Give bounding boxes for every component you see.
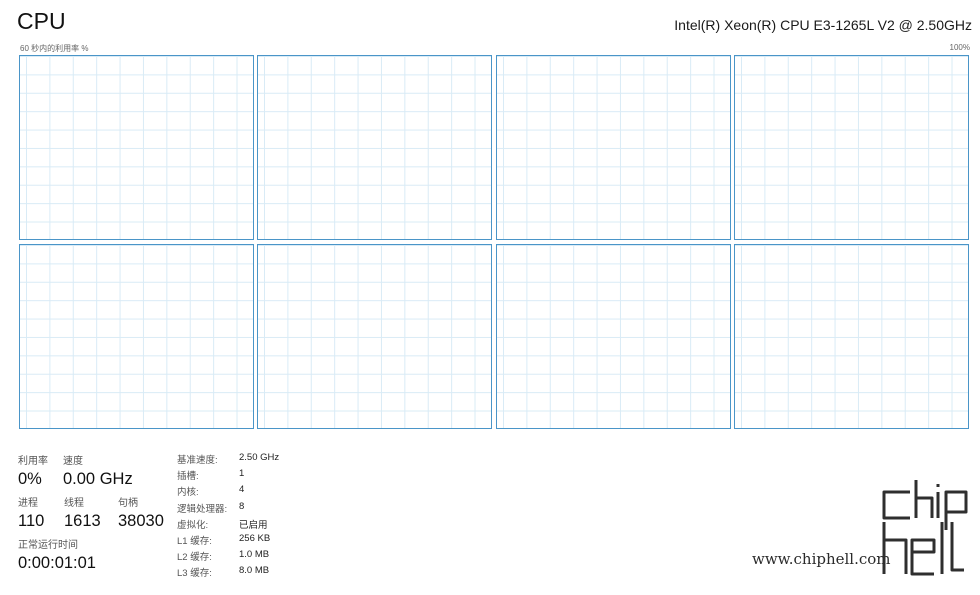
cpu-model: Intel(R) Xeon(R) CPU E3-1265L V2 @ 2.50G… [674, 17, 972, 33]
stat-threads: 线程 1613 [64, 494, 101, 531]
spec-value: 1 [239, 468, 245, 480]
spec-value: 8 [239, 500, 245, 512]
watermark-url: www.chiphell.com [752, 550, 891, 568]
graph-max-label: 100% [949, 43, 970, 52]
core-graph-6[interactable] [257, 244, 493, 429]
core-graph-7[interactable] [495, 244, 731, 429]
spec-value: 8.0 MB [239, 565, 270, 577]
stat-processes: 进程 110 [18, 494, 44, 531]
stat-speed-value: 0.00 GHz [63, 470, 133, 488]
spec-value: 4 [239, 484, 245, 496]
stat-processes-value: 110 [18, 512, 45, 530]
stat-uptime: 正常运行时间 0:00:01:01 [18, 536, 96, 573]
core-graph-3[interactable] [495, 55, 731, 240]
spec-key: 逻辑处理器: [177, 503, 228, 515]
spec-key: 内核: [177, 487, 199, 499]
stat-handles-label: 句柄 [118, 498, 138, 509]
stat-handles-value: 38030 [118, 512, 164, 530]
stat-threads-label: 线程 [64, 498, 84, 509]
page-title: CPU [17, 8, 66, 34]
spec-key: 基准速度: [177, 455, 218, 466]
stat-speed: 速度 0.00 GHz [63, 452, 133, 489]
spec-key: L1 缓存: [177, 535, 212, 547]
stat-utilization-label: 利用率 [18, 456, 48, 467]
spec-row: L1 缓存: 256 KB [177, 533, 279, 549]
spec-row: 内核: 4 [177, 484, 279, 500]
spec-row: 插槽: 1 [177, 468, 279, 484]
stat-utilization: 利用率 0% [18, 452, 48, 489]
stat-uptime-label: 正常运行时间 [18, 540, 78, 551]
stat-speed-label: 速度 [63, 456, 83, 467]
spec-row: 逻辑处理器: 8 [177, 501, 279, 517]
spec-row: L2 缓存: 1.0 MB [177, 549, 279, 565]
core-graph-8[interactable] [733, 244, 969, 429]
graph-caption: 60 秒内的利用率 % [20, 44, 89, 53]
stat-handles: 句柄 38030 [118, 494, 164, 531]
spec-value: 2.50 GHz [239, 452, 280, 463]
spec-key: 虚拟化: [177, 519, 209, 531]
core-graph-1[interactable] [19, 55, 254, 240]
core-graphs [19, 55, 970, 429]
stat-utilization-value: 0% [18, 470, 42, 488]
core-graph-2[interactable] [257, 55, 493, 240]
spec-key: L3 缓存: [177, 568, 212, 580]
spec-value: 1.0 MB [239, 549, 270, 561]
spec-value: 已启用 [239, 519, 268, 531]
spec-key: 插槽: [177, 471, 199, 483]
core-graph-4[interactable] [733, 55, 969, 240]
stat-uptime-value: 0:00:01:01 [18, 554, 96, 572]
spec-row: 虚拟化: 已启用 [177, 517, 279, 533]
cpu-specs: 基准速度: 2.50 GHz 插槽: 1 内核: 4 逻辑处理器: 8 虚拟化:… [177, 452, 279, 582]
spec-key: L2 缓存: [177, 552, 212, 564]
spec-value: 256 KB [239, 532, 271, 544]
spec-row: L3 缓存: 8.0 MB [177, 565, 279, 581]
stat-threads-value: 1613 [64, 512, 101, 530]
spec-row: 基准速度: 2.50 GHz [177, 452, 279, 468]
core-graph-5[interactable] [19, 244, 254, 429]
chiphell-watermark: www.chiphell.com [752, 478, 972, 582]
stat-processes-label: 进程 [18, 498, 38, 509]
